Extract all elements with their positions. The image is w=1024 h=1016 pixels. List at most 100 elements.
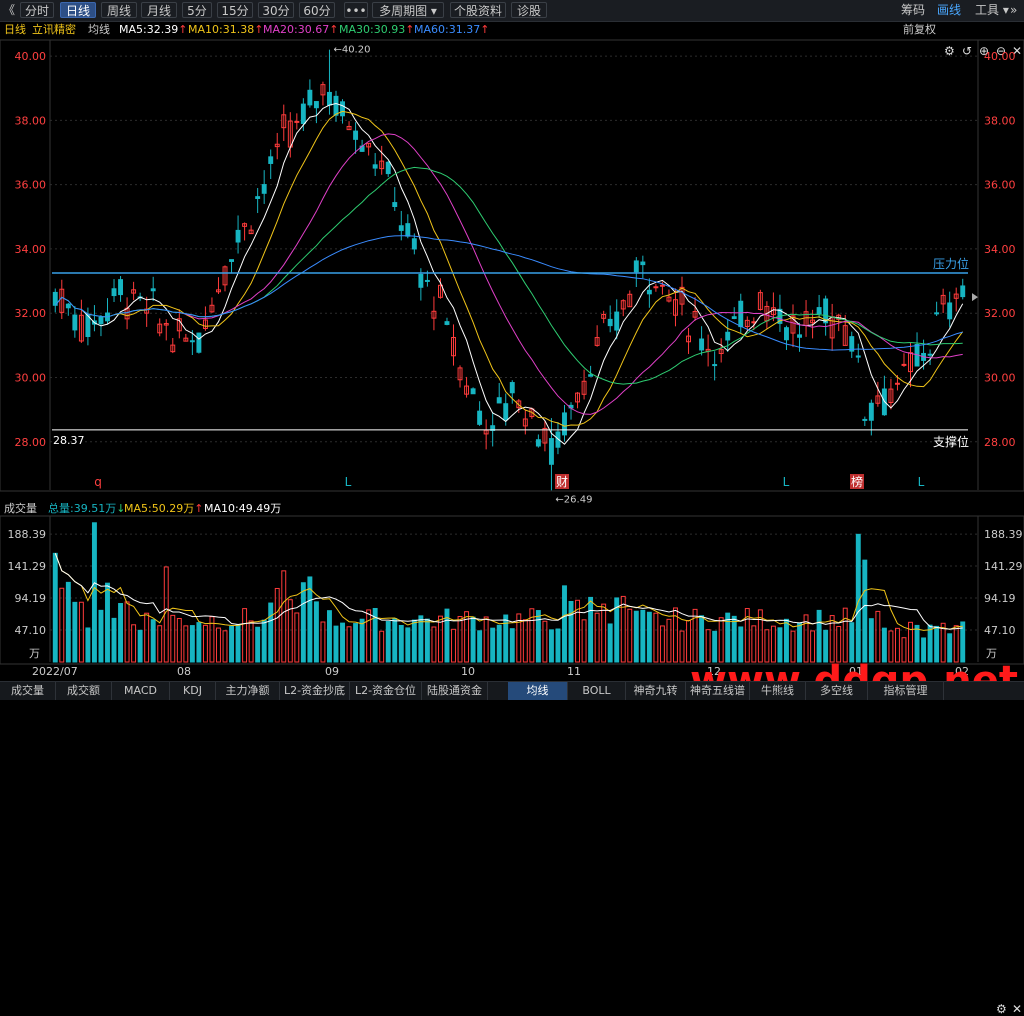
candle-body — [927, 353, 933, 356]
volume-bar — [470, 616, 476, 663]
volume-bar — [620, 595, 626, 663]
volume-bar — [490, 627, 496, 663]
indicator-tab[interactable]: BOLL — [568, 682, 626, 700]
ma10-line — [113, 110, 964, 427]
candle-body — [307, 89, 313, 106]
ma5-line — [81, 102, 964, 445]
candle-body — [98, 316, 104, 325]
price-tick-label: 40.00 — [984, 50, 1016, 63]
indicator-tab[interactable]: L2-资金抄底 — [280, 682, 350, 700]
candle-body — [340, 101, 345, 117]
volume-bar — [313, 601, 319, 663]
candle-body — [111, 288, 117, 297]
indicator-tab[interactable]: KDJ — [170, 682, 216, 700]
candle-body — [653, 286, 659, 289]
indicator-tab[interactable]: 主力净额 — [216, 682, 280, 700]
candle-body — [797, 334, 802, 338]
volume-bar — [562, 585, 567, 663]
volume-bar — [881, 627, 887, 663]
indicator-tab[interactable]: 牛熊线 — [750, 682, 806, 700]
volume-bar — [300, 582, 306, 663]
volume-bar — [137, 629, 143, 663]
volume-bar — [320, 621, 326, 663]
candle-body — [411, 238, 417, 250]
x-axis-label: 09 — [325, 665, 339, 678]
volume-bar — [816, 609, 822, 663]
indicator-tab[interactable]: 均线 — [508, 682, 568, 700]
indicator-tab[interactable]: 神奇五线谱 — [686, 682, 750, 700]
candle-body — [725, 331, 731, 341]
indicator-tab[interactable]: 成交量 — [0, 682, 56, 700]
candle-body — [633, 260, 639, 273]
volume-ma5-line — [54, 553, 963, 631]
volume-bar — [431, 626, 437, 663]
volume-bar — [105, 582, 110, 663]
volume-tick-label: 47.10 — [15, 624, 47, 637]
candle-body — [659, 284, 665, 287]
volume-bar — [738, 626, 744, 663]
volume-bar — [124, 601, 130, 663]
volume-tick-label: 94.19 — [15, 592, 47, 605]
volume-bar — [659, 625, 665, 663]
volume-bar — [229, 625, 234, 663]
volume-bar — [405, 627, 411, 663]
candle-body — [189, 340, 195, 343]
candle-body — [229, 259, 234, 262]
x-axis-label: 2022/07 — [32, 665, 78, 678]
close-icon[interactable]: ✕ — [1012, 1002, 1022, 1016]
indicator-tab[interactable]: 陆股通资金 — [422, 682, 488, 700]
indicator-tab[interactable]: MACD — [112, 682, 170, 700]
volume-bar — [385, 621, 391, 663]
price-tick-label: 28.00 — [15, 436, 47, 449]
volume-bar — [91, 522, 97, 663]
candle-body — [418, 273, 424, 288]
volume-bar — [189, 625, 195, 663]
price-tick-label: 34.00 — [15, 243, 47, 256]
indicator-tab[interactable]: 神奇九转 — [626, 682, 686, 700]
volume-bar — [274, 587, 280, 663]
volume-tick-label: 188.39 — [984, 528, 1023, 541]
candle-body — [646, 289, 652, 295]
candle-body — [294, 120, 300, 123]
volume-bar — [509, 628, 515, 663]
indicator-tab[interactable]: 多空线 — [806, 682, 868, 700]
main-chart[interactable]: 压力位支撑位28.37←40.20←26.49q L 财 L 榜 L 28.00 28.00… — [0, 0, 1024, 699]
candle-body — [731, 316, 737, 319]
volume-bar — [248, 620, 254, 663]
candle-body — [496, 397, 502, 404]
volume-bar — [366, 609, 372, 663]
price-tick-label: 30.00 — [15, 372, 47, 385]
volume-bar — [359, 618, 365, 663]
volume-bar — [868, 618, 874, 663]
price-tick-label: 38.00 — [984, 114, 1016, 127]
volume-bar — [607, 623, 613, 663]
indicator-tab[interactable]: L2-资金仓位 — [350, 682, 422, 700]
volume-bar — [862, 559, 868, 663]
volume-bar — [418, 615, 424, 663]
resistance-label: 压力位 — [933, 256, 969, 271]
volume-tick-label: 141.29 — [8, 560, 47, 573]
indicator-tab[interactable]: 成交额 — [56, 682, 112, 700]
settings-icon[interactable]: ⚙ — [996, 1002, 1007, 1016]
event-marker: L — [918, 475, 925, 489]
volume-bar — [379, 630, 385, 663]
volume-bar — [686, 620, 691, 663]
candle-body — [392, 202, 398, 207]
price-tick-label: 34.00 — [984, 243, 1016, 256]
volume-bar — [627, 608, 633, 663]
volume-title: 成交量 — [4, 502, 37, 515]
candle-body — [816, 307, 822, 315]
volume-bar — [934, 625, 940, 663]
volume-bar — [340, 622, 345, 663]
volume-bar — [235, 624, 241, 663]
volume-bar — [535, 610, 541, 663]
support-value-label: 28.37 — [53, 434, 85, 447]
candle-body — [607, 318, 613, 327]
volume-bar — [196, 622, 202, 663]
candle-body — [503, 403, 509, 421]
event-marker: 榜 — [851, 474, 863, 489]
volume-bar — [718, 617, 724, 663]
price-panel-frame — [0, 39, 1024, 492]
current-price-marker — [972, 293, 978, 302]
indicator-tab[interactable]: 指标管理 — [868, 682, 944, 700]
